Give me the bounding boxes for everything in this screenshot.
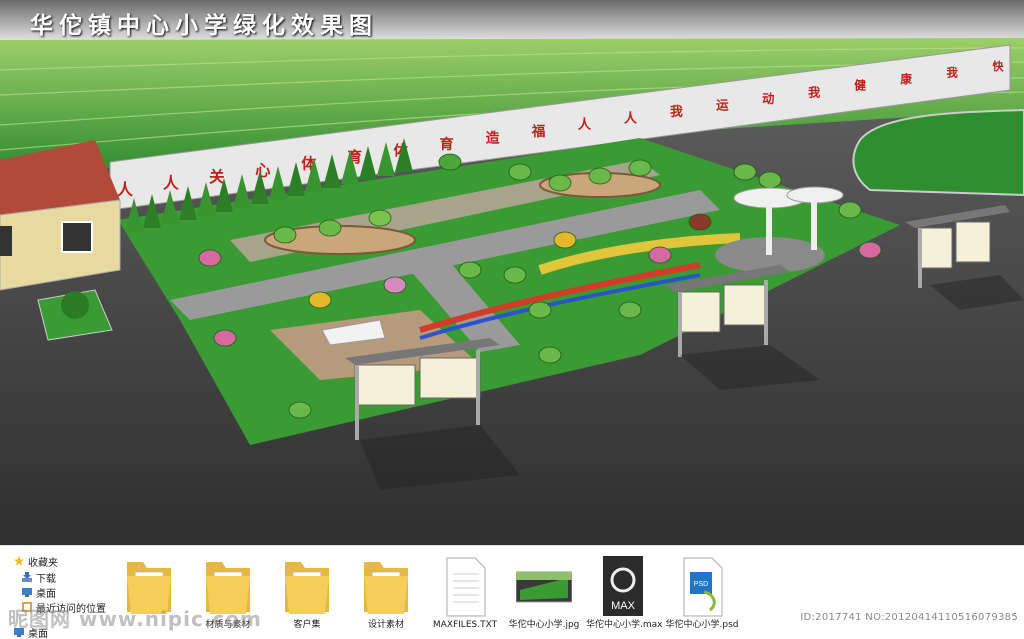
shrub bbox=[319, 220, 341, 236]
wall-slogan-char: 心 bbox=[255, 161, 270, 179]
tree bbox=[61, 291, 89, 319]
wall-slogan-char: 康 bbox=[900, 72, 912, 86]
wall-slogan-char: 我 bbox=[946, 66, 958, 80]
pavilion-pillar bbox=[811, 200, 817, 250]
psd-file-icon: PSD bbox=[674, 554, 730, 618]
wall-slogan-char: 造 bbox=[486, 129, 500, 146]
file-item[interactable]: 客户集 bbox=[270, 550, 344, 639]
folder-icon bbox=[279, 554, 335, 618]
building-window bbox=[62, 222, 92, 252]
wall-slogan-char: 我 bbox=[808, 84, 820, 99]
sidebar-item-downloads[interactable]: 下载 bbox=[22, 570, 56, 584]
file-item[interactable]: MAXFILES.TXT bbox=[428, 550, 502, 639]
image-thumbnail-icon bbox=[516, 554, 572, 618]
wall-slogan-char: 动 bbox=[762, 92, 774, 106]
max-file-icon: MAX bbox=[595, 554, 651, 618]
wall-slogan-char: 育 bbox=[439, 136, 453, 153]
file-explorer: 收藏夹 下载 桌面 最近访问的位置 桌面 材质与素材 客户集 bbox=[0, 545, 1024, 639]
shrub bbox=[529, 302, 551, 318]
sidebar-item-label: 桌面 bbox=[36, 585, 56, 600]
shrub bbox=[689, 214, 711, 230]
campus-rendering: 人人关心体育体育造福人人我运动我健康我快 bbox=[0, 0, 1024, 545]
file-item[interactable]: 华佗中心小学.jpg bbox=[507, 550, 581, 639]
folder-icon bbox=[358, 554, 414, 618]
shrub bbox=[369, 210, 391, 226]
shrub bbox=[759, 172, 781, 188]
wall-slogan-char: 我 bbox=[670, 104, 683, 120]
shrub bbox=[619, 302, 641, 318]
text-file-icon bbox=[437, 554, 493, 618]
shrub bbox=[309, 292, 331, 308]
wall-slogan-char: 福 bbox=[531, 123, 546, 140]
sidebar-item-label: 收藏夹 bbox=[28, 554, 58, 569]
shrub bbox=[384, 277, 406, 293]
sidebar-item-label: 下载 bbox=[36, 570, 56, 585]
file-item[interactable]: MAX 华佗中心小学.max bbox=[586, 550, 660, 639]
watermark: 昵图网 www.nipic.com bbox=[8, 603, 262, 632]
wall-slogan-char: 运 bbox=[716, 98, 729, 113]
image-id-text: ID:2017741 NO:20120414110516079385 bbox=[800, 612, 1018, 623]
svg-text:PSD: PSD bbox=[694, 581, 708, 588]
shrub bbox=[734, 164, 756, 180]
download-icon bbox=[22, 572, 32, 582]
page-title: 华佗镇中心小学绿化效果图 bbox=[30, 6, 378, 40]
building-window bbox=[0, 226, 12, 256]
desktop-icon bbox=[22, 587, 32, 597]
wall-slogan-char: 人 bbox=[163, 173, 179, 192]
shrub bbox=[504, 267, 526, 283]
wall-slogan-char: 健 bbox=[854, 79, 866, 93]
shrub bbox=[214, 330, 236, 346]
wall-slogan-char: 快 bbox=[992, 59, 1005, 73]
wall-slogan-char: 人 bbox=[578, 117, 592, 133]
svg-text:MAX: MAX bbox=[611, 600, 636, 612]
shrub bbox=[549, 175, 571, 191]
shrub bbox=[839, 202, 861, 218]
sidebar-item-desktop[interactable]: 桌面 bbox=[22, 585, 56, 599]
rendering-canvas: 人人关心体育体育造福人人我运动我健康我快 bbox=[0, 0, 1024, 545]
star-icon bbox=[14, 556, 24, 566]
shrub bbox=[649, 247, 671, 263]
shrub bbox=[509, 164, 531, 180]
shrub bbox=[199, 250, 221, 266]
shrub bbox=[274, 227, 296, 243]
shrub bbox=[439, 154, 461, 170]
file-item[interactable]: PSD 华佗中心小学.psd bbox=[665, 550, 739, 639]
shrub bbox=[289, 402, 311, 418]
shrub bbox=[459, 262, 481, 278]
sidebar-item-favorites[interactable]: 收藏夹 bbox=[14, 554, 58, 568]
file-item[interactable]: 设计素材 bbox=[349, 550, 423, 639]
shrub bbox=[589, 168, 611, 184]
shrub bbox=[539, 347, 561, 363]
shrub bbox=[629, 160, 651, 176]
wall-slogan-char: 人 bbox=[624, 111, 638, 127]
shrub bbox=[554, 232, 576, 248]
pavilion-pillar bbox=[766, 205, 772, 255]
wall-slogan-char: 人 bbox=[117, 180, 134, 199]
shrub bbox=[859, 242, 881, 258]
